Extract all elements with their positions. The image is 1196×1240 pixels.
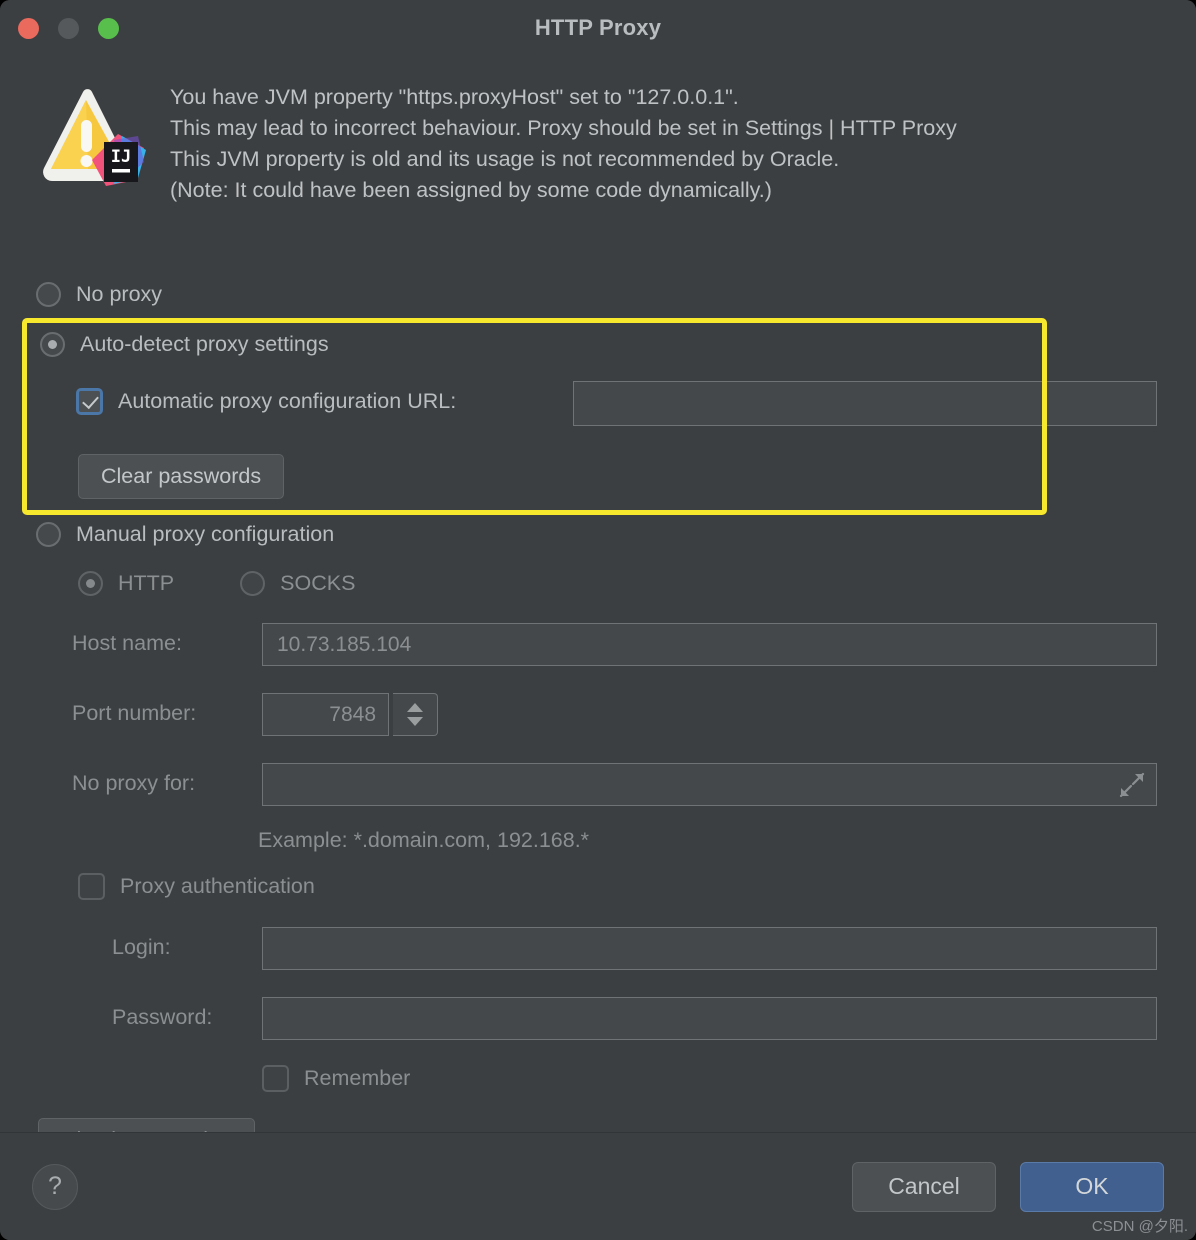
radio-no-proxy-label: No proxy bbox=[76, 282, 163, 306]
radio-manual-label: Manual proxy configuration bbox=[76, 522, 335, 546]
no-proxy-for-input[interactable] bbox=[262, 763, 1157, 806]
radio-auto-detect-proxy-settings[interactable]: Auto-detect proxy settings bbox=[40, 332, 329, 357]
radio-no-proxy-indicator bbox=[36, 282, 61, 307]
radio-http-indicator[interactable] bbox=[78, 571, 103, 596]
radio-socks-label: SOCKS bbox=[280, 571, 356, 595]
checkbox-apcu-label: Automatic proxy configuration URL: bbox=[118, 389, 457, 413]
chevron-up-icon bbox=[407, 703, 423, 712]
checkbox-remember-indicator bbox=[262, 1065, 289, 1092]
radio-no-proxy[interactable]: No proxy bbox=[36, 282, 162, 307]
port-number-input[interactable]: 7848 bbox=[262, 693, 389, 736]
page-title: HTTP Proxy bbox=[534, 15, 662, 40]
checkbox-proxy-authentication-indicator bbox=[78, 873, 105, 900]
password-label: Password: bbox=[112, 1005, 213, 1029]
checkbox-proxy-authentication[interactable]: Proxy authentication bbox=[78, 873, 315, 900]
radio-manual-indicator bbox=[36, 522, 61, 547]
radio-auto-detect-indicator bbox=[40, 332, 65, 357]
title-bar: HTTP Proxy bbox=[0, 0, 1196, 56]
traffic-light-controls bbox=[18, 18, 119, 39]
checkbox-apcu-indicator bbox=[76, 388, 103, 415]
protocol-radio-group: HTTP SOCKS bbox=[78, 571, 355, 596]
warning-message: You have JVM property "https.proxyHost" … bbox=[170, 76, 957, 206]
svg-text:IJ: IJ bbox=[111, 147, 131, 167]
minimize-window-button[interactable] bbox=[58, 18, 79, 39]
radio-socks-indicator[interactable] bbox=[240, 571, 266, 596]
login-label: Login: bbox=[112, 935, 171, 959]
watermark-text: CSDN @夕阳. bbox=[1091, 1218, 1188, 1235]
zoom-window-button[interactable] bbox=[98, 18, 119, 39]
ok-button[interactable]: OK bbox=[1020, 1161, 1164, 1212]
warning-line-1: You have JVM property "https.proxyHost" … bbox=[170, 85, 739, 109]
warning-line-3: This JVM property is old and its usage i… bbox=[170, 147, 840, 171]
automatic-proxy-configuration-url-input[interactable] bbox=[573, 381, 1157, 426]
warning-line-4: (Note: It could have been assigned by so… bbox=[170, 178, 772, 202]
login-input[interactable] bbox=[262, 927, 1157, 970]
close-window-button[interactable] bbox=[18, 18, 39, 39]
warning-line-2: This may lead to incorrect behaviour. Pr… bbox=[170, 116, 957, 140]
radio-http-label: HTTP bbox=[118, 571, 175, 595]
password-input[interactable] bbox=[262, 997, 1157, 1040]
help-button[interactable]: ? bbox=[32, 1163, 78, 1210]
port-number-stepper[interactable] bbox=[393, 693, 438, 736]
port-number-label: Port number: bbox=[72, 701, 197, 725]
checkbox-remember-label: Remember bbox=[304, 1066, 411, 1090]
clear-passwords-button[interactable]: Clear passwords bbox=[78, 454, 285, 499]
jvm-property-warning: IJ You have JVM property "https.proxyHos… bbox=[0, 56, 1196, 206]
http-proxy-dialog-window: HTTP Proxy IJ You have JVM property "htt… bbox=[0, 0, 1196, 1240]
checkbox-remember[interactable]: Remember bbox=[262, 1065, 410, 1092]
host-name-input[interactable]: 10.73.185.104 bbox=[262, 623, 1157, 666]
dialog-footer: ? Cancel OK CSDN @夕阳. bbox=[0, 1132, 1196, 1240]
radio-auto-detect-label: Auto-detect proxy settings bbox=[80, 332, 329, 356]
footer-actions: Cancel OK bbox=[852, 1161, 1164, 1212]
no-proxy-for-example-hint: Example: *.domain.com, 192.168.* bbox=[258, 828, 590, 852]
chevron-down-icon bbox=[407, 717, 423, 726]
expand-arrows-icon[interactable] bbox=[1115, 769, 1149, 801]
cancel-button[interactable]: Cancel bbox=[852, 1161, 996, 1212]
dialog-content: IJ You have JVM property "https.proxyHos… bbox=[0, 56, 1196, 1163]
checkbox-proxy-authentication-label: Proxy authentication bbox=[120, 874, 315, 898]
radio-manual-proxy-configuration[interactable]: Manual proxy configuration bbox=[36, 522, 334, 547]
no-proxy-for-label: No proxy for: bbox=[72, 771, 196, 795]
warning-triangle-icon: IJ bbox=[36, 82, 148, 192]
host-name-label: Host name: bbox=[72, 631, 182, 655]
checkbox-automatic-proxy-configuration-url[interactable]: Automatic proxy configuration URL: bbox=[76, 388, 456, 415]
